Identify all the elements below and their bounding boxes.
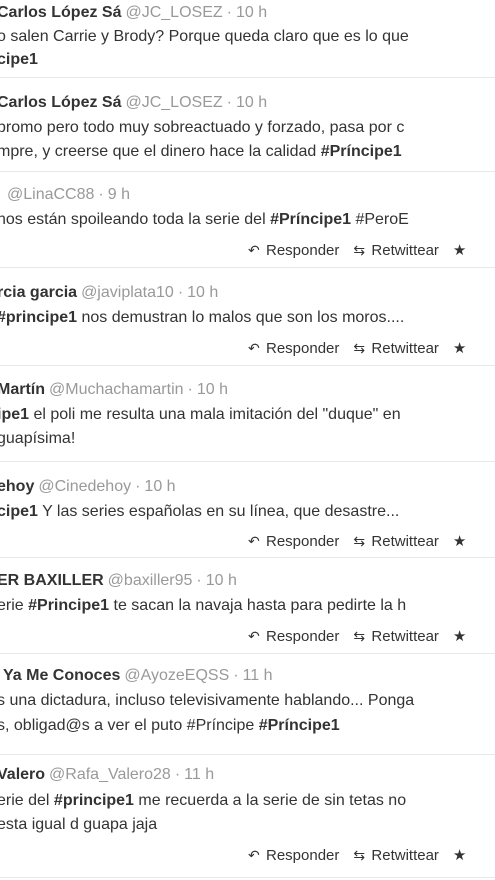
favorite-star-icon[interactable]: ★: [453, 242, 466, 260]
tweet-text-line: guapísima!: [0, 430, 76, 447]
tweet-text-line: esta igual d guapa jaja: [0, 816, 158, 833]
divider: [0, 877, 495, 878]
tweet[interactable]: Valero @Rafa_Valero28 · 11 h erie del #prin…: [0, 755, 495, 880]
tweet-text-line: s, obligad@s a ver el puto #Príncipe #Pr…: [0, 717, 340, 734]
reply-icon: ↶: [248, 242, 260, 258]
retweet-icon: ⇆: [353, 847, 366, 863]
tweet[interactable]: ER BAXILLER @baxiller95 · 10 h erie #Princi…: [0, 558, 495, 654]
reply-button[interactable]: ↶ Responder: [248, 339, 339, 358]
tweet[interactable]: Martín @Muchachamartin · 10 h ipe1 el poli …: [0, 366, 495, 462]
author-handle[interactable]: @JC_LOSEZ: [125, 4, 222, 21]
separator-dot: ·: [196, 572, 202, 589]
separator-dot: ·: [135, 478, 141, 495]
favorite-star-icon[interactable]: ★: [453, 847, 466, 865]
tweet-time[interactable]: 10 h: [206, 572, 237, 589]
author-name[interactable]: Valero: [0, 766, 45, 783]
tweet-time[interactable]: 11 h: [184, 766, 214, 783]
favorite-star-icon[interactable]: ★: [453, 628, 466, 646]
tweet-actions: ↶ Responder ⇆ Retwittear ★: [248, 846, 466, 865]
reply-icon: ↶: [248, 628, 260, 644]
tweet-text-line: #principe1 nos demustran lo malos que so…: [0, 308, 404, 328]
author-name[interactable]: ER BAXILLER: [0, 572, 104, 589]
reply-icon: ↶: [248, 847, 260, 863]
favorite-star-icon[interactable]: ★: [453, 533, 466, 551]
tweet-time[interactable]: 10 h: [236, 4, 267, 21]
author-name[interactable]: ehoy: [0, 478, 34, 495]
tweet-text-line: erie #Principe1 te sacan la navaja hasta…: [0, 597, 407, 614]
hashtag-link[interactable]: ipe1: [0, 406, 29, 423]
tweet-text-line: ipe1 el poli me resulta una mala imitaci…: [0, 405, 401, 425]
tweet-text-line: promo pero todo muy sobreactuado y forza…: [0, 119, 405, 136]
author-handle[interactable]: @LinaCC88: [7, 186, 94, 203]
hashtag-link[interactable]: cipe1: [0, 503, 38, 520]
tweet-text-line: cipe1 Y las series españolas en su línea…: [0, 502, 399, 522]
reply-button[interactable]: ↶ Responder: [248, 241, 339, 260]
separator-dot: ·: [233, 667, 239, 684]
author-name[interactable]: Carlos López Sá: [0, 4, 121, 21]
hashtag-link[interactable]: #Príncipe1: [259, 717, 340, 734]
hashtag-link[interactable]: #Príncipe1: [321, 143, 402, 160]
retweet-button[interactable]: ⇆ Retwittear: [353, 339, 439, 358]
retweet-button[interactable]: ⇆ Retwittear: [353, 846, 439, 865]
tweet-text-line: mpre, y creerse que el dinero hace la ca…: [0, 143, 402, 160]
retweet-icon: ⇆: [353, 340, 366, 356]
tweet-time[interactable]: 11 h: [243, 667, 273, 684]
separator-dot: ·: [174, 766, 181, 783]
author-name[interactable]: Ya Me Conoces: [3, 667, 120, 684]
tweet[interactable]: ehoy @Cinedehoy · 10 h cipe1 Y las series e…: [0, 462, 495, 558]
reply-button[interactable]: ↶ Responder: [248, 532, 339, 551]
reply-icon: ↶: [248, 533, 260, 549]
tweet[interactable]: @LinaCC88 · 9 h nos están spoileando toda …: [0, 172, 495, 268]
hashtag-link[interactable]: #Príncipe1: [270, 211, 351, 228]
tweet-time[interactable]: 10 h: [187, 284, 218, 301]
author-handle[interactable]: @Muchachamartin: [49, 381, 184, 398]
author-name[interactable]: Carlos López Sá: [0, 94, 121, 111]
tweet[interactable]: rcia garcia @javiplata10 · 10 h #principe1 …: [0, 268, 495, 366]
retweet-button[interactable]: ⇆ Retwittear: [353, 532, 439, 551]
tweet-text-line: cipe1: [0, 50, 38, 70]
tweet-text-line: s una dictadura, incluso televisivamente…: [0, 692, 415, 709]
retweet-button[interactable]: ⇆ Retwittear: [353, 627, 439, 646]
author-name[interactable]: Martín: [0, 381, 45, 398]
author-handle[interactable]: @JC_LOSEZ: [125, 94, 222, 111]
separator-dot: ·: [226, 94, 232, 111]
hashtag-link[interactable]: #principe1: [54, 792, 134, 809]
tweet-text-line: nos están spoileando toda la serie del #…: [0, 211, 409, 228]
reply-button[interactable]: ↶ Responder: [248, 627, 339, 646]
author-handle[interactable]: @Cinedehoy: [38, 478, 131, 495]
author-handle[interactable]: @javiplata10: [81, 284, 174, 301]
hashtag-link[interactable]: cipe1: [0, 51, 38, 68]
tweet-text-line: erie del #principe1 me recuerda a la ser…: [0, 792, 407, 809]
tweet-actions: ↶ Responder ⇆ Retwittear ★: [248, 627, 466, 646]
retweet-icon: ⇆: [353, 242, 366, 258]
separator-dot: ·: [226, 4, 232, 21]
retweet-icon: ⇆: [353, 628, 366, 644]
retweet-icon: ⇆: [353, 533, 366, 549]
reply-icon: ↶: [248, 340, 260, 356]
tweet[interactable]: Carlos López Sá @JC_LOSEZ · 10 h o salen Ca…: [0, 0, 495, 78]
reply-button[interactable]: ↶ Responder: [248, 846, 339, 865]
tweet[interactable]: Carlos López Sá @JC_LOSEZ · 10 h promo pero…: [0, 78, 495, 172]
tweet-actions: ↶ Responder ⇆ Retwittear ★: [248, 241, 466, 260]
tweet-time[interactable]: 9 h: [108, 186, 130, 203]
author-handle[interactable]: @Rafa_Valero28: [49, 766, 171, 783]
tweet-text-line: o salen Carrie y Brody? Porque queda cla…: [0, 28, 409, 45]
tweet-actions: ↶ Responder ⇆ Retwittear ★: [248, 339, 466, 358]
retweet-button[interactable]: ⇆ Retwittear: [353, 241, 439, 260]
tweet-time[interactable]: 10 h: [236, 94, 267, 111]
tweet-time[interactable]: 10 h: [197, 381, 228, 398]
author-handle[interactable]: @AyozeEQSS: [124, 667, 229, 684]
separator-dot: ·: [177, 284, 184, 301]
separator-dot: ·: [98, 186, 104, 203]
separator-dot: ·: [187, 381, 193, 398]
hashtag-link[interactable]: #principe1: [0, 309, 77, 326]
tweet[interactable]: Ya Me Conoces @AyozeEQSS · 11 h s una dicta…: [0, 654, 495, 755]
favorite-star-icon[interactable]: ★: [453, 340, 466, 358]
tweet-actions: ↶ Responder ⇆ Retwittear ★: [248, 532, 466, 551]
author-handle[interactable]: @baxiller95: [108, 572, 193, 589]
hashtag-link[interactable]: #Principe1: [28, 597, 109, 614]
author-name[interactable]: rcia garcia: [0, 284, 77, 301]
tweet-time[interactable]: 10 h: [144, 478, 175, 495]
